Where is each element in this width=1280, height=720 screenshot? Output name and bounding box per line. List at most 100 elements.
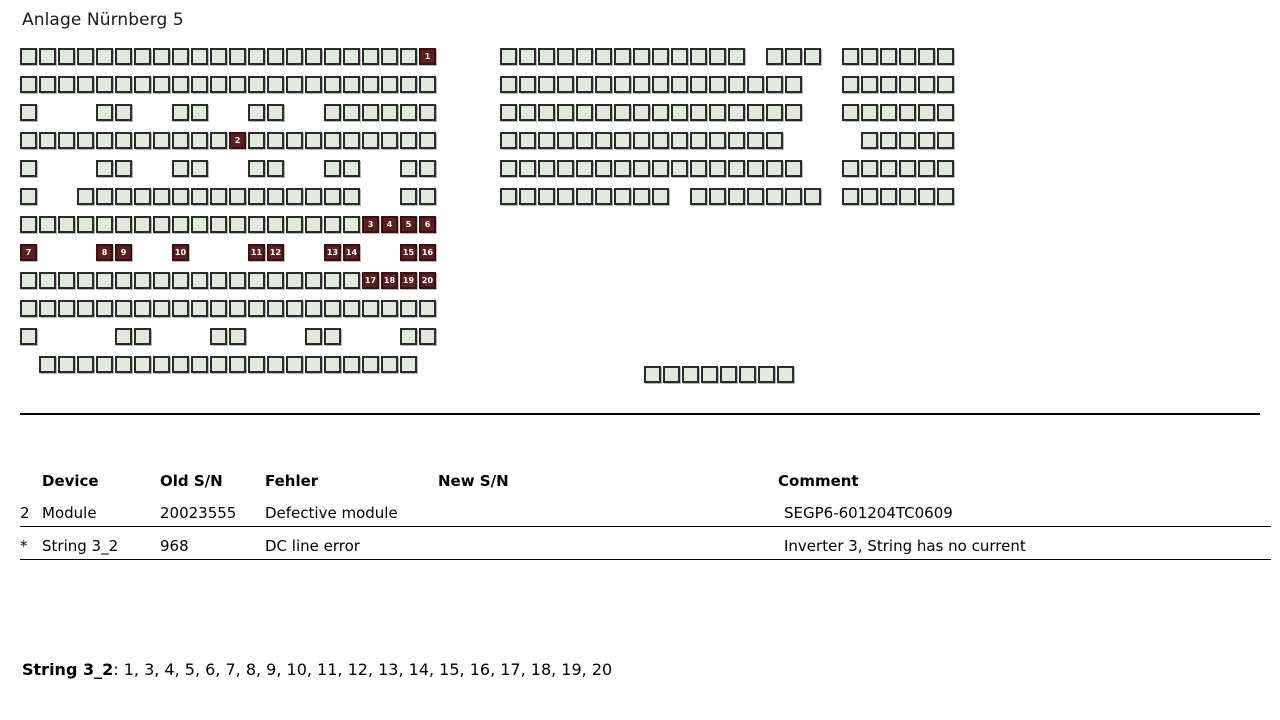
module-cell-ok[interactable] [709,76,726,93]
module-cell-ok[interactable] [77,300,94,317]
module-cell-ok[interactable] [343,272,360,289]
module-cell-ok[interactable] [758,366,775,383]
module-cell-ok[interactable] [324,272,341,289]
module-cell-ok[interactable] [842,76,859,93]
module-cell-ok[interactable] [286,216,303,233]
module-cell-ok[interactable] [343,132,360,149]
module-cell-ok[interactable] [96,76,113,93]
module-cell-ok[interactable] [229,328,246,345]
module-cell-ok[interactable] [210,356,227,373]
module-cell-ok[interactable] [614,160,631,177]
module-cell-ok[interactable] [671,48,688,65]
cell-new-sn[interactable] [438,522,778,527]
module-cell-ok[interactable] [191,300,208,317]
module-cell-ok[interactable] [747,132,764,149]
module-cell-ok[interactable] [96,48,113,65]
module-cell-fault[interactable]: 7 [20,244,37,261]
module-cell-ok[interactable] [766,104,783,121]
module-cell-ok[interactable] [305,132,322,149]
module-cell-ok[interactable] [153,216,170,233]
module-cell-ok[interactable] [362,76,379,93]
module-cell-ok[interactable] [172,76,189,93]
module-cell-ok[interactable] [861,188,878,205]
module-cell-ok[interactable] [557,160,574,177]
module-cell-ok[interactable] [267,76,284,93]
module-cell-ok[interactable] [248,356,265,373]
module-cell-ok[interactable] [701,366,718,383]
module-cell-fault[interactable]: 2 [229,132,246,149]
module-cell-fault[interactable]: 3 [362,216,379,233]
module-cell-ok[interactable] [419,132,436,149]
module-cell-ok[interactable] [785,104,802,121]
module-cell-ok[interactable] [633,76,650,93]
module-cell-ok[interactable] [728,132,745,149]
module-cell-ok[interactable] [191,356,208,373]
module-cell-ok[interactable] [381,76,398,93]
module-cell-ok[interactable] [267,132,284,149]
module-cell-ok[interactable] [576,160,593,177]
module-cell-fault[interactable]: 5 [400,216,417,233]
module-cell-ok[interactable] [305,328,322,345]
module-cell-ok[interactable] [324,132,341,149]
module-cell-ok[interactable] [248,104,265,121]
module-cell-ok[interactable] [652,104,669,121]
module-cell-ok[interactable] [286,300,303,317]
module-cell-fault[interactable]: 8 [96,244,113,261]
module-cell-ok[interactable] [519,104,536,121]
module-cell-ok[interactable] [248,300,265,317]
module-cell-ok[interactable] [96,132,113,149]
module-cell-ok[interactable] [39,48,56,65]
module-cell-ok[interactable] [191,48,208,65]
module-cell-ok[interactable] [728,48,745,65]
module-cell-ok[interactable] [134,300,151,317]
module-cell-ok[interactable] [77,188,94,205]
module-cell-ok[interactable] [557,132,574,149]
module-cell-ok[interactable] [381,132,398,149]
module-cell-ok[interactable] [690,48,707,65]
module-cell-ok[interactable] [381,300,398,317]
module-cell-ok[interactable] [96,216,113,233]
module-cell-ok[interactable] [77,48,94,65]
module-cell-ok[interactable] [172,160,189,177]
module-cell-fault[interactable]: 13 [324,244,341,261]
module-cell-ok[interactable] [419,104,436,121]
module-cell-ok[interactable] [880,76,897,93]
module-cell-ok[interactable] [728,104,745,121]
module-cell-ok[interactable] [899,188,916,205]
module-cell-ok[interactable] [58,216,75,233]
module-cell-ok[interactable] [248,132,265,149]
module-cell-ok[interactable] [58,272,75,289]
module-cell-ok[interactable] [419,76,436,93]
module-cell-ok[interactable] [96,272,113,289]
module-cell-ok[interactable] [20,160,37,177]
module-cell-ok[interactable] [652,188,669,205]
module-cell-ok[interactable] [690,132,707,149]
module-cell-ok[interactable] [861,132,878,149]
module-cell-ok[interactable] [191,160,208,177]
module-cell-ok[interactable] [172,104,189,121]
module-cell-ok[interactable] [248,160,265,177]
module-cell-ok[interactable] [172,356,189,373]
module-cell-ok[interactable] [690,188,707,205]
module-cell-fault[interactable]: 20 [419,272,436,289]
module-cell-ok[interactable] [663,366,680,383]
module-cell-ok[interactable] [519,48,536,65]
module-cell-ok[interactable] [633,48,650,65]
module-cell-ok[interactable] [937,76,954,93]
module-cell-fault[interactable]: 6 [419,216,436,233]
module-cell-fault[interactable]: 9 [115,244,132,261]
module-cell-ok[interactable] [210,132,227,149]
module-cell-ok[interactable] [652,76,669,93]
module-cell-ok[interactable] [324,328,341,345]
module-cell-ok[interactable] [77,132,94,149]
module-cell-ok[interactable] [286,356,303,373]
module-cell-ok[interactable] [20,300,37,317]
module-cell-ok[interactable] [633,132,650,149]
module-cell-ok[interactable] [899,104,916,121]
module-cell-ok[interactable] [880,160,897,177]
module-cell-ok[interactable] [210,216,227,233]
module-cell-ok[interactable] [557,76,574,93]
module-cell-ok[interactable] [785,76,802,93]
module-cell-ok[interactable] [343,188,360,205]
module-cell-ok[interactable] [39,300,56,317]
